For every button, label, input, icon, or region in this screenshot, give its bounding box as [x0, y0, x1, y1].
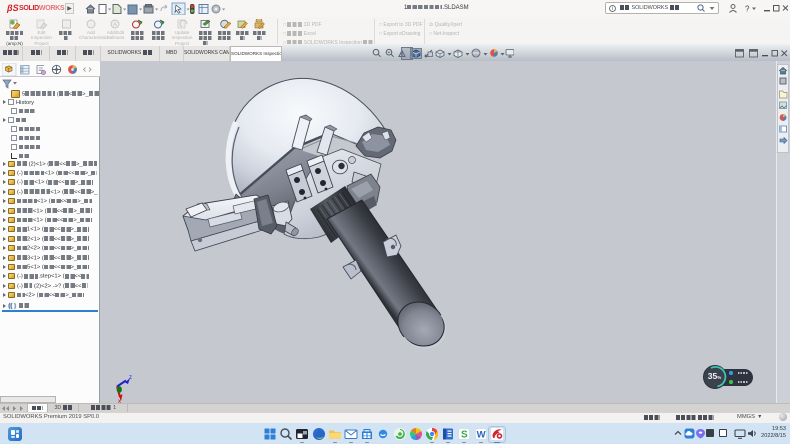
svg-text:A: A — [113, 23, 117, 29]
svg-text:W: W — [476, 430, 485, 441]
svg-text:?: ? — [745, 5, 750, 14]
svg-text:S: S — [461, 430, 468, 441]
svg-text:z: z — [129, 375, 132, 381]
